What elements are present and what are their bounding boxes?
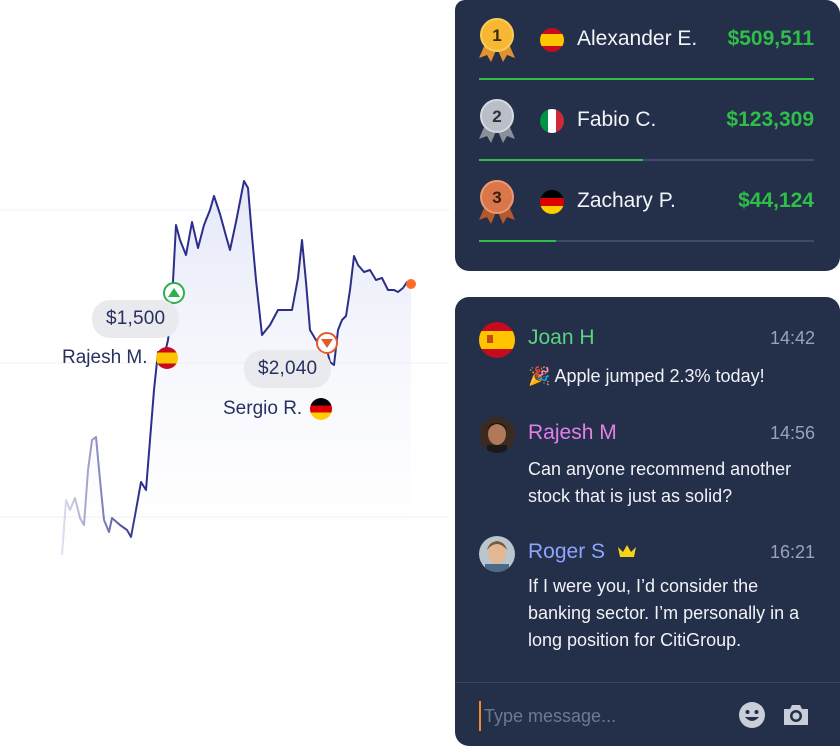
rank-number: 3: [492, 188, 501, 207]
trader-name: Rajesh M.: [62, 347, 148, 368]
leader-name: Zachary P.: [577, 189, 676, 212]
leaderboard-row[interactable]: 3 Zachary P. $44,124: [455, 162, 840, 242]
spain-flag-icon: [540, 28, 564, 52]
bronze-medal-icon: 3: [479, 180, 515, 224]
rank-number: 2: [492, 107, 501, 126]
chat-text: Can anyone recommend another stock that …: [528, 459, 792, 506]
arrow-up-icon: [168, 288, 180, 297]
trade-trader: Rajesh M.: [62, 347, 178, 369]
rank-number: 1: [492, 26, 501, 45]
leader-amount: $44,124: [738, 189, 814, 212]
chat-message: Rajesh M 14:56 Can anyone recommend anot…: [455, 417, 840, 527]
chat-text: 🎉 Apple jumped 2.3% today!: [528, 366, 765, 386]
silver-medal-icon: 2: [479, 99, 515, 143]
chat-username: Roger S: [528, 540, 637, 564]
trader-name: Sergio R.: [223, 398, 303, 419]
spain-flag-icon: [155, 347, 178, 369]
avatar: [479, 536, 515, 572]
germany-flag-icon: [540, 190, 564, 214]
chat-message: Joan H 14:42 🎉 Apple jumped 2.3% today!: [455, 322, 840, 402]
leaderboard-row[interactable]: 2 Fabio C. $123,309: [455, 81, 840, 161]
leader-progress-bar: [479, 159, 814, 161]
user-photo-icon: [479, 417, 515, 453]
trade-amount-bubble: $1,500: [92, 300, 180, 338]
leader-progress-bar: [479, 240, 814, 242]
leaderboard-panel: 1 Alexander E. $509,511 2 Fabio C. $123,…: [455, 0, 840, 271]
price-chart: $1,500 Rajesh M. $2,040 Sergio R.: [0, 0, 450, 746]
chart-svg: [0, 120, 450, 610]
trade-amount: $1,500: [106, 308, 166, 329]
trade-amount: $2,040: [258, 358, 318, 379]
leaderboard-row[interactable]: 1 Alexander E. $509,511: [455, 0, 840, 80]
user-photo-icon: [479, 536, 515, 572]
chat-username: Rajesh M: [528, 421, 617, 444]
trade-trader: Sergio R.: [223, 398, 333, 420]
leader-progress-bar: [479, 78, 814, 80]
current-price-dot: [406, 279, 416, 289]
germany-flag-icon: [310, 398, 333, 420]
chat-timestamp: 14:42: [769, 328, 815, 348]
chart-area-fill: [62, 181, 411, 610]
leader-name: Fabio C.: [577, 108, 657, 131]
chat-timestamp: 16:21: [769, 542, 815, 562]
chat-message: Roger S 16:21 If I were you, I’d conside…: [455, 536, 840, 666]
camera-icon[interactable]: [781, 700, 811, 730]
party-popper-icon: 🎉: [528, 366, 551, 386]
emoji-icon[interactable]: [737, 700, 767, 730]
spain-flag-avatar-icon: [479, 322, 515, 358]
leader-amount: $509,511: [727, 27, 814, 50]
chat-message-input[interactable]: [479, 701, 726, 731]
chat-composer: [455, 682, 840, 747]
chat-username: Joan H: [528, 326, 595, 349]
leader-amount: $123,309: [726, 108, 814, 131]
arrow-down-icon: [321, 339, 333, 348]
chat-panel: Joan H 14:42 🎉 Apple jumped 2.3% today! …: [455, 297, 840, 746]
trade-amount-bubble: $2,040: [244, 350, 332, 388]
chat-timestamp: 14:56: [769, 423, 815, 443]
gold-medal-icon: 1: [479, 18, 515, 62]
avatar: [479, 417, 515, 453]
italy-flag-icon: [540, 109, 564, 133]
leader-name: Alexander E.: [577, 27, 698, 50]
chat-text: If I were you, I’d consider the banking …: [528, 576, 800, 650]
avatar: [479, 322, 515, 358]
crown-icon: [617, 545, 636, 557]
